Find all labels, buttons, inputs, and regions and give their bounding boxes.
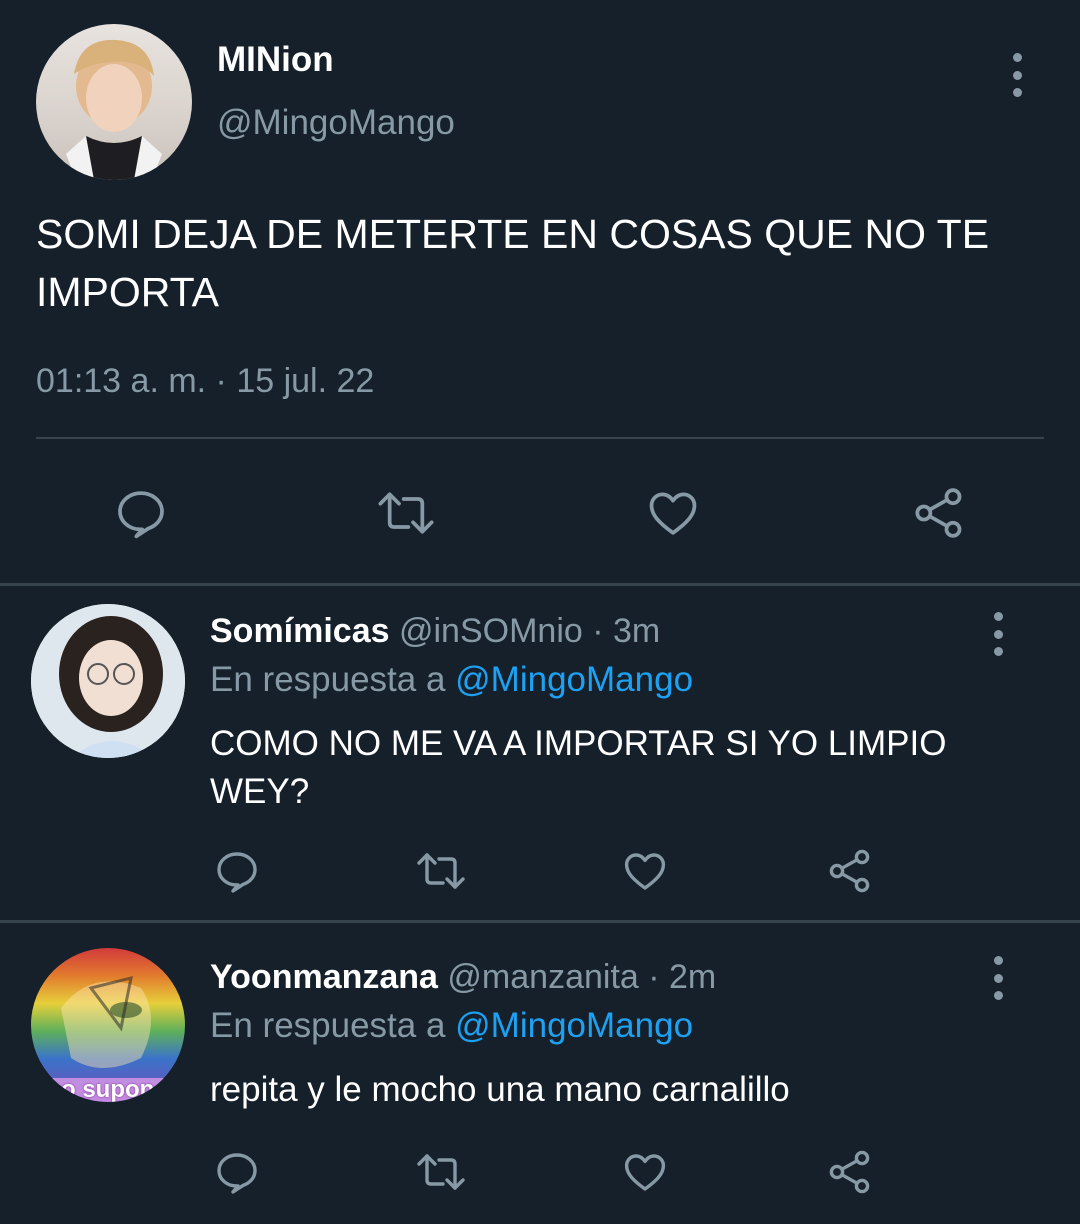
retweet-icon[interactable] [413,847,469,895]
reply-text: COMO NO ME VA A IMPORTAR SI YO LIMPIO WE… [210,724,947,811]
author-handle[interactable]: @MingoMango [217,103,455,143]
more-options-icon[interactable] [988,612,1008,656]
reply-meta: @inSOMnio · 3m [398,612,661,650]
in-reply-label: En respuesta a [210,1006,456,1045]
like-icon[interactable] [621,1148,669,1196]
avatar[interactable] [36,24,192,180]
avatar-image [31,604,185,758]
mention-link[interactable]: @MingoMango [455,660,693,699]
in-reply-label: En respuesta a [210,660,456,699]
avatar[interactable]: o supon [31,948,185,1102]
more-options-icon[interactable] [1007,53,1027,97]
share-icon[interactable] [826,1148,874,1196]
reply-tweet[interactable]: Somímicas @inSOMnio · 3m En respuesta a … [0,586,1080,920]
reply-tweet[interactable]: o supon Yoonmanzana @manzanita · 2m En r… [0,930,1080,1224]
reply-author-name[interactable]: Somímicas [210,612,390,650]
avatar[interactable] [31,604,185,758]
reply-header: Yoonmanzana @manzanita · 2m [210,958,716,997]
reply-icon[interactable] [112,484,170,542]
reply-icon[interactable] [213,847,261,895]
divider [0,920,1080,923]
retweet-icon[interactable] [372,484,440,542]
avatar-image [66,39,162,180]
like-icon[interactable] [644,484,702,542]
mention-link[interactable]: @MingoMango [455,1006,693,1045]
author-name[interactable]: MINion [217,40,334,80]
reply-author-name[interactable]: Yoonmanzana [210,958,438,996]
avatar-caption: o supon [61,1076,155,1102]
reply-meta: @manzanita · 2m [447,958,717,996]
main-tweet: MINion @MingoMango SOMI DEJA DE METERTE … [0,0,1080,584]
divider [36,437,1044,439]
share-icon[interactable] [826,847,874,895]
retweet-icon[interactable] [413,1148,469,1196]
in-reply-to: En respuesta a @MingoMango [210,1006,693,1046]
tweet-timestamp[interactable]: 01:13 a. m. · 15 jul. 22 [36,362,374,401]
reply-text: repita y le mocho una mano carnalillo [210,1070,790,1109]
like-icon[interactable] [621,847,669,895]
tweet-text: SOMI DEJA DE METERTE EN COSAS QUE NO TE … [36,211,990,315]
more-options-icon[interactable] [988,956,1008,1000]
share-icon[interactable] [910,484,968,542]
reply-icon[interactable] [213,1148,261,1196]
reply-header: Somímicas @inSOMnio · 3m [210,612,660,651]
in-reply-to: En respuesta a @MingoMango [210,660,693,700]
